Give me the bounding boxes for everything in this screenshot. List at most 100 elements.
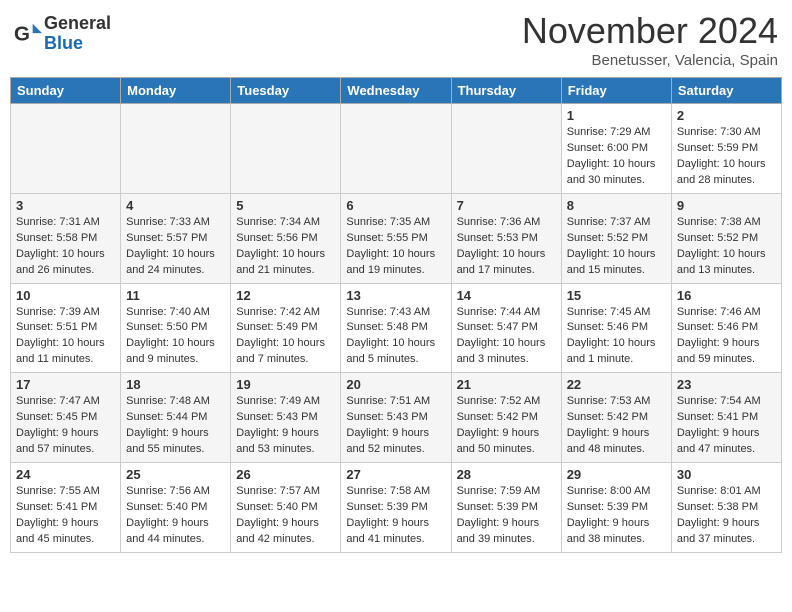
calendar-day-cell: 19Sunrise: 7:49 AM Sunset: 5:43 PM Dayli…	[231, 373, 341, 463]
day-info: Sunrise: 7:53 AM Sunset: 5:42 PM Dayligh…	[567, 394, 666, 458]
calendar-day-cell: 21Sunrise: 7:52 AM Sunset: 5:42 PM Dayli…	[451, 373, 561, 463]
day-number: 26	[236, 467, 335, 482]
calendar-day-cell: 20 Sunrise: 7:51 AM Sunset: 5:43 PM Dayli…	[341, 373, 451, 463]
day-number: 5	[236, 198, 335, 213]
day-info: Sunrise: 8:00 AM Sunset: 5:39 PM Dayligh…	[567, 484, 666, 548]
calendar-day-cell: 3 Sunrise: 7:31 AM Sunset: 5:58 PM Daylig…	[11, 193, 121, 283]
day-info: Sunrise: 7:30 AM Sunset: 5:59 PM Dayligh…	[677, 125, 776, 189]
calendar-day-cell: 13Sunrise: 7:43 AM Sunset: 5:48 PM Dayli…	[341, 283, 451, 373]
day-info: Sunrise: 7:54 AM Sunset: 5:41 PM Dayligh…	[677, 394, 776, 458]
day-info: Sunrise: 7:35 AM Sunset: 5:55 PM Dayligh…	[346, 215, 445, 279]
day-number: 9	[677, 198, 776, 213]
day-info: Sunrise: 7:56 AM Sunset: 5:40 PM Dayligh…	[126, 484, 225, 548]
calendar-day-cell	[11, 104, 121, 194]
day-info: Sunrise: 7:58 AM Sunset: 5:39 PM Dayligh…	[346, 484, 445, 548]
day-info: Sunrise: 7:55 AM Sunset: 5:41 PM Dayligh…	[16, 484, 115, 548]
day-info: Sunrise: 7:57 AM Sunset: 5:40 PM Dayligh…	[236, 484, 335, 548]
day-number: 11	[126, 288, 225, 303]
day-info: Sunrise: 7:38 AM Sunset: 5:52 PM Dayligh…	[677, 215, 776, 279]
calendar-day-cell: 29 Sunrise: 8:00 AM Sunset: 5:39 PM Dayli…	[561, 463, 671, 553]
weekday-header-cell: Friday	[561, 78, 671, 104]
day-info: Sunrise: 7:34 AM Sunset: 5:56 PM Dayligh…	[236, 215, 335, 279]
day-number: 18	[126, 377, 225, 392]
logo-general-text: General	[44, 13, 111, 33]
calendar-day-cell: 25 Sunrise: 7:56 AM Sunset: 5:40 PM Dayli…	[121, 463, 231, 553]
calendar-day-cell: 11 Sunrise: 7:40 AM Sunset: 5:50 PM Dayli…	[121, 283, 231, 373]
calendar-day-cell: 12Sunrise: 7:42 AM Sunset: 5:49 PM Dayli…	[231, 283, 341, 373]
day-number: 23	[677, 377, 776, 392]
calendar-day-cell: 30 Sunrise: 8:01 AM Sunset: 5:38 PM Dayli…	[671, 463, 781, 553]
day-info: Sunrise: 7:48 AM Sunset: 5:44 PM Dayligh…	[126, 394, 225, 458]
svg-text:G: G	[14, 22, 30, 45]
weekday-header-cell: Wednesday	[341, 78, 451, 104]
day-number: 14	[457, 288, 556, 303]
day-number: 4	[126, 198, 225, 213]
day-number: 29	[567, 467, 666, 482]
weekday-header-cell: Saturday	[671, 78, 781, 104]
weekday-header-cell: Tuesday	[231, 78, 341, 104]
day-info: Sunrise: 7:37 AM Sunset: 5:52 PM Dayligh…	[567, 215, 666, 279]
calendar-day-cell: 22 Sunrise: 7:53 AM Sunset: 5:42 PM Dayli…	[561, 373, 671, 463]
calendar-day-cell	[341, 104, 451, 194]
day-number: 20	[346, 377, 445, 392]
day-number: 7	[457, 198, 556, 213]
day-info: Sunrise: 7:33 AM Sunset: 5:57 PM Dayligh…	[126, 215, 225, 279]
day-number: 25	[126, 467, 225, 482]
calendar-day-cell: 2Sunrise: 7:30 AM Sunset: 5:59 PM Daylig…	[671, 104, 781, 194]
calendar-week-row: 17Sunrise: 7:47 AM Sunset: 5:45 PM Dayli…	[11, 373, 782, 463]
month-title: November 2024	[522, 10, 778, 52]
day-info: Sunrise: 7:42 AM Sunset: 5:49 PM Dayligh…	[236, 305, 335, 369]
calendar-day-cell: 6Sunrise: 7:35 AM Sunset: 5:55 PM Daylig…	[341, 193, 451, 283]
location-text: Benetusser, Valencia, Spain	[522, 52, 778, 69]
logo-blue-text: Blue	[44, 33, 83, 53]
day-number: 22	[567, 377, 666, 392]
calendar-day-cell: 7 Sunrise: 7:36 AM Sunset: 5:53 PM Daylig…	[451, 193, 561, 283]
page-header: G General Blue November 2024 Benetusser,…	[10, 10, 782, 69]
calendar-day-cell: 9 Sunrise: 7:38 AM Sunset: 5:52 PM Daylig…	[671, 193, 781, 283]
calendar-day-cell	[451, 104, 561, 194]
calendar-week-row: 1Sunrise: 7:29 AM Sunset: 6:00 PM Daylig…	[11, 104, 782, 194]
weekday-header-cell: Sunday	[11, 78, 121, 104]
logo: G General Blue	[14, 14, 111, 54]
day-info: Sunrise: 7:46 AM Sunset: 5:46 PM Dayligh…	[677, 305, 776, 369]
calendar-day-cell: 5 Sunrise: 7:34 AM Sunset: 5:56 PM Daylig…	[231, 193, 341, 283]
calendar-day-cell	[231, 104, 341, 194]
day-number: 8	[567, 198, 666, 213]
day-number: 28	[457, 467, 556, 482]
day-info: Sunrise: 7:31 AM Sunset: 5:58 PM Dayligh…	[16, 215, 115, 279]
calendar-day-cell: 10 Sunrise: 7:39 AM Sunset: 5:51 PM Dayli…	[11, 283, 121, 373]
day-number: 3	[16, 198, 115, 213]
day-info: Sunrise: 7:59 AM Sunset: 5:39 PM Dayligh…	[457, 484, 556, 548]
day-info: Sunrise: 8:01 AM Sunset: 5:38 PM Dayligh…	[677, 484, 776, 548]
day-info: Sunrise: 7:39 AM Sunset: 5:51 PM Dayligh…	[16, 305, 115, 369]
calendar-day-cell: 8 Sunrise: 7:37 AM Sunset: 5:52 PM Daylig…	[561, 193, 671, 283]
calendar-day-cell: 18 Sunrise: 7:48 AM Sunset: 5:44 PM Dayli…	[121, 373, 231, 463]
day-info: Sunrise: 7:51 AM Sunset: 5:43 PM Dayligh…	[346, 394, 445, 458]
day-info: Sunrise: 7:36 AM Sunset: 5:53 PM Dayligh…	[457, 215, 556, 279]
calendar-day-cell: 14 Sunrise: 7:44 AM Sunset: 5:47 PM Dayli…	[451, 283, 561, 373]
day-info: Sunrise: 7:52 AM Sunset: 5:42 PM Dayligh…	[457, 394, 556, 458]
day-number: 16	[677, 288, 776, 303]
weekday-header-cell: Monday	[121, 78, 231, 104]
calendar-day-cell: 27Sunrise: 7:58 AM Sunset: 5:39 PM Dayli…	[341, 463, 451, 553]
calendar-day-cell: 28 Sunrise: 7:59 AM Sunset: 5:39 PM Dayli…	[451, 463, 561, 553]
day-info: Sunrise: 7:40 AM Sunset: 5:50 PM Dayligh…	[126, 305, 225, 369]
calendar-day-cell: 17Sunrise: 7:47 AM Sunset: 5:45 PM Dayli…	[11, 373, 121, 463]
calendar-week-row: 24Sunrise: 7:55 AM Sunset: 5:41 PM Dayli…	[11, 463, 782, 553]
day-number: 15	[567, 288, 666, 303]
calendar-table: SundayMondayTuesdayWednesdayThursdayFrid…	[10, 77, 782, 553]
day-info: Sunrise: 7:43 AM Sunset: 5:48 PM Dayligh…	[346, 305, 445, 369]
day-number: 17	[16, 377, 115, 392]
day-info: Sunrise: 7:44 AM Sunset: 5:47 PM Dayligh…	[457, 305, 556, 369]
weekday-header-row: SundayMondayTuesdayWednesdayThursdayFrid…	[11, 78, 782, 104]
weekday-header-cell: Thursday	[451, 78, 561, 104]
day-number: 10	[16, 288, 115, 303]
calendar-week-row: 10 Sunrise: 7:39 AM Sunset: 5:51 PM Dayli…	[11, 283, 782, 373]
title-block: November 2024 Benetusser, Valencia, Spai…	[522, 10, 778, 69]
day-info: Sunrise: 7:29 AM Sunset: 6:00 PM Dayligh…	[567, 125, 666, 189]
calendar-week-row: 3 Sunrise: 7:31 AM Sunset: 5:58 PM Daylig…	[11, 193, 782, 283]
day-number: 30	[677, 467, 776, 482]
day-number: 19	[236, 377, 335, 392]
calendar-day-cell: 15 Sunrise: 7:45 AM Sunset: 5:46 PM Dayli…	[561, 283, 671, 373]
day-info: Sunrise: 7:45 AM Sunset: 5:46 PM Dayligh…	[567, 305, 666, 369]
